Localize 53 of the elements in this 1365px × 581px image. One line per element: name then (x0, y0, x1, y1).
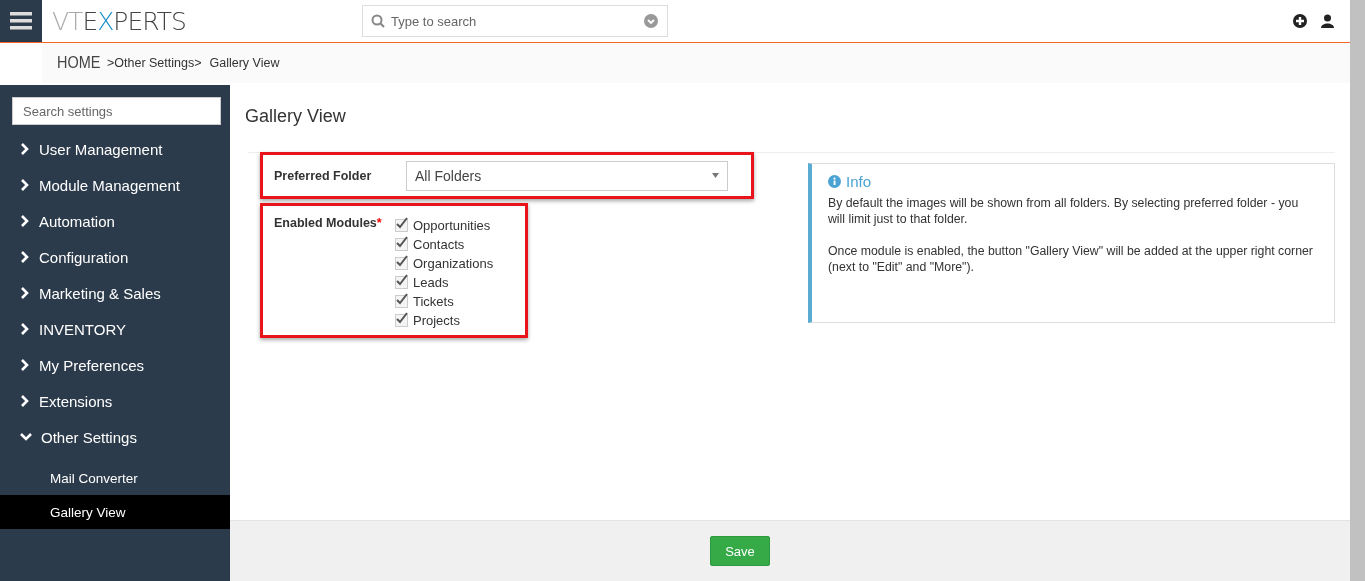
sidebar-item[interactable]: My Preferences (0, 347, 230, 383)
checkbox-option[interactable]: Organizations (395, 254, 494, 273)
field-label: Enabled Modules* (273, 216, 383, 232)
folder-select[interactable]: All Folders (406, 160, 728, 191)
search-field[interactable]: Type to search (362, 5, 668, 37)
checkbox-option[interactable]: Tickets (395, 292, 494, 311)
caret-icon (712, 173, 719, 178)
info-text: By default the images will be shown from all folders. By selecting preferred folder - you will limit just to that folder. (828, 195, 1300, 227)
chevron-right-icon (20, 143, 30, 155)
user-icon[interactable] (1321, 14, 1334, 28)
scrollbar[interactable] (1350, 0, 1365, 581)
sidebar-item[interactable]: User Management (0, 131, 230, 167)
info-text: Once module is enabled, the button "Gallery View" will be added at the upper right corner (next to "Edit" and "More"). (828, 243, 1314, 275)
sidebar-item[interactable]: Automation (0, 203, 230, 239)
field-label: Preferred Folder (273, 168, 373, 183)
checkbox-option[interactable]: Contacts (395, 235, 494, 254)
chevron-right-icon (20, 323, 30, 335)
checkbox-option[interactable]: Projects (395, 311, 494, 330)
breadcrumb-link[interactable]: >Other Settings> (107, 56, 202, 70)
info-title: Info (846, 173, 871, 190)
add-icon[interactable] (1293, 14, 1307, 28)
checkbox-option[interactable]: Opportunities (395, 216, 494, 235)
breadcrumb-current: Gallery View (209, 56, 280, 70)
checkbox[interactable] (395, 219, 408, 232)
menu-icon (10, 12, 32, 30)
menu-button[interactable] (0, 0, 42, 42)
chevron-down-icon (20, 432, 32, 442)
chevron-right-icon (20, 287, 30, 299)
sidebar-item[interactable]: Marketing & Sales (0, 275, 230, 311)
checkbox[interactable] (395, 295, 408, 308)
sidebar-subitem[interactable]: Gallery View (0, 495, 230, 529)
sidebar-item[interactable]: Extensions (0, 383, 230, 419)
home-link[interactable]: HOME (57, 53, 101, 73)
sidebar-item[interactable]: Configuration (0, 239, 230, 275)
logo: VTEXPERTS (52, 6, 187, 36)
sidebar-subitem[interactable]: Mail Converter (0, 461, 230, 495)
chevron-right-icon (20, 395, 30, 407)
chevron-right-icon (20, 359, 30, 371)
chevron-right-icon (20, 215, 30, 227)
sidebar-item[interactable]: Module Management (0, 167, 230, 203)
page-title: Gallery View (245, 106, 347, 128)
checkbox[interactable] (395, 238, 408, 251)
sidebar-item[interactable]: INVENTORY (0, 311, 230, 347)
checkbox-option[interactable]: Leads (395, 273, 494, 292)
search-settings-field[interactable]: Search settings (12, 97, 221, 125)
checkbox[interactable] (395, 276, 408, 289)
info-icon (828, 175, 841, 188)
sidebar-item[interactable]: Other Settings (0, 419, 230, 455)
chevron-right-icon (20, 251, 30, 263)
checkbox[interactable] (395, 257, 408, 270)
chevron-right-icon (20, 179, 30, 191)
checkbox[interactable] (395, 314, 408, 327)
dropdown-icon[interactable] (644, 14, 658, 28)
